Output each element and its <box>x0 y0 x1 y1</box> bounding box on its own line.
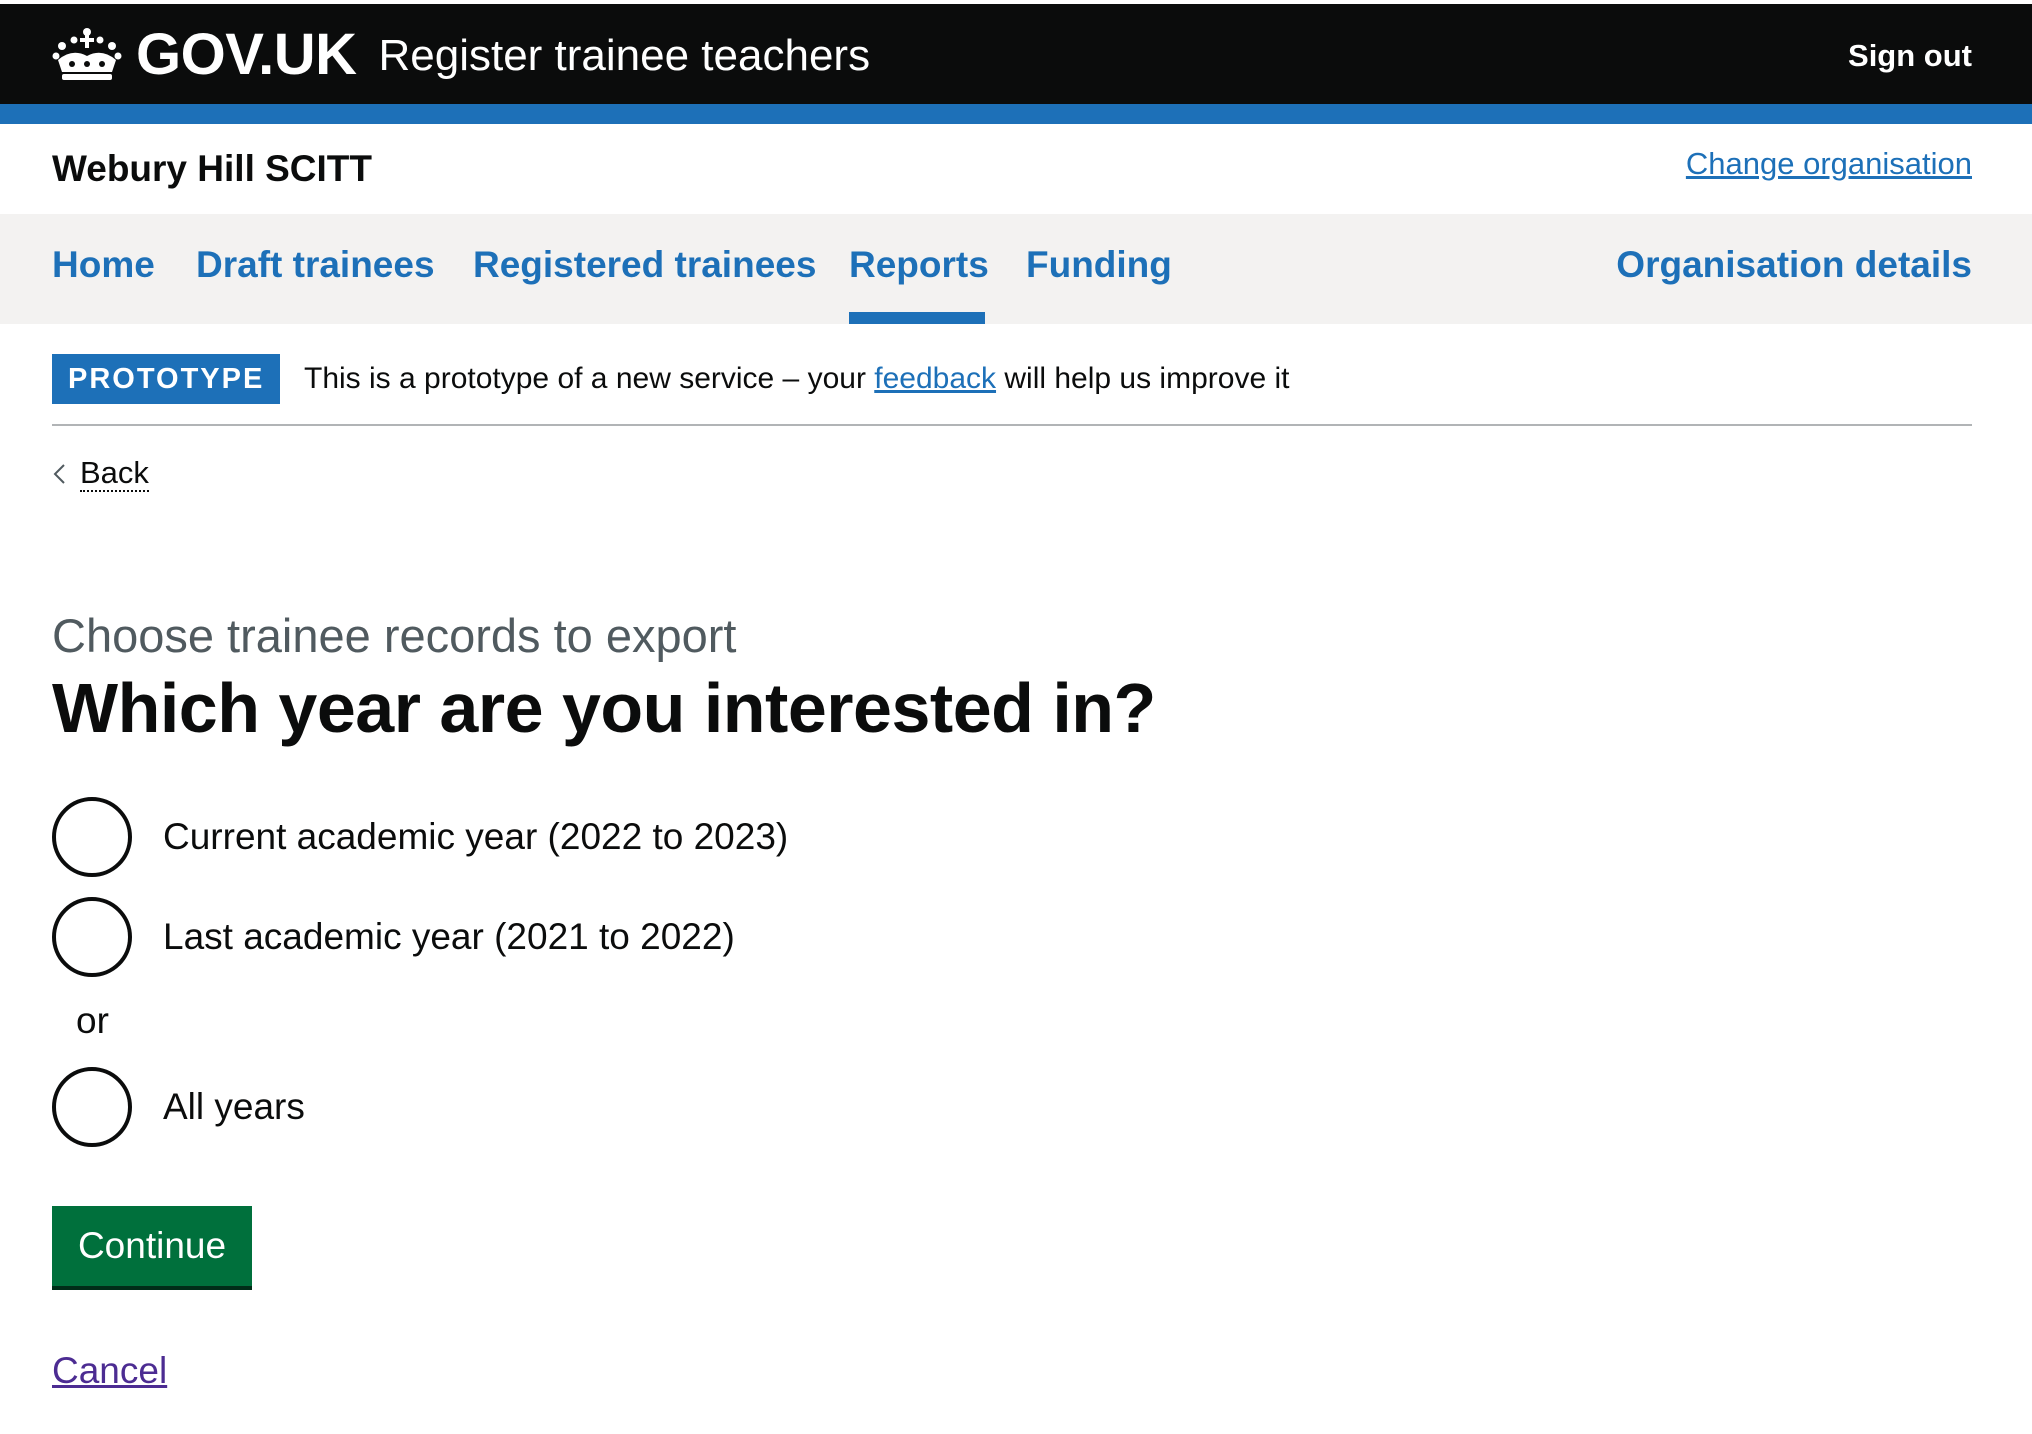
nav-item-registered-trainees[interactable]: Registered trainees <box>473 244 816 286</box>
organisation-bar: Webury Hill SCITT Change organisation <box>0 124 2032 214</box>
radio-button[interactable] <box>52 797 132 877</box>
nav-item-home[interactable]: Home <box>52 244 155 286</box>
radio-label[interactable]: Current academic year (2022 to 2023) <box>163 816 788 858</box>
organisation-name: Webury Hill SCITT <box>52 148 373 189</box>
page-caption: Choose trainee records to export <box>52 609 737 662</box>
service-name[interactable]: Register trainee teachers <box>378 31 870 81</box>
nav-item-funding[interactable]: Funding <box>1026 244 1172 286</box>
back-link-label: Back <box>80 455 149 492</box>
banner-text-after: will help us improve it <box>996 362 1290 395</box>
page-title: Which year are you interested in? <box>52 669 1156 747</box>
radio-all-years[interactable]: All years <box>52 1067 305 1147</box>
site-header: GOV.UK Register trainee teachers Sign ou… <box>0 0 2032 104</box>
radio-label[interactable]: Last academic year (2021 to 2022) <box>163 916 735 958</box>
feedback-link[interactable]: feedback <box>874 362 996 395</box>
active-nav-indicator <box>849 312 985 324</box>
nav-item-reports[interactable]: Reports <box>849 244 989 286</box>
radio-divider: or <box>76 1000 109 1041</box>
cancel-link[interactable]: Cancel <box>52 1350 167 1392</box>
phase-banner-text: This is a prototype of a new service – y… <box>304 362 1289 396</box>
prototype-tag: PROTOTYPE <box>52 354 281 404</box>
nav-item-draft-trainees[interactable]: Draft trainees <box>196 244 435 286</box>
header-container: GOV.UK Register trainee teachers Sign ou… <box>52 4 1972 104</box>
back-link[interactable]: Back <box>52 456 149 492</box>
govuk-logo[interactable]: GOV.UK <box>52 21 357 88</box>
banner-text-before: This is a prototype of a new service – y… <box>304 362 875 395</box>
radio-button[interactable] <box>52 897 132 977</box>
chevron-left-icon <box>53 464 65 484</box>
radio-button[interactable] <box>52 1067 132 1147</box>
radio-label[interactable]: All years <box>163 1086 305 1128</box>
change-organisation-link[interactable]: Change organisation <box>1686 146 1972 182</box>
radio-last-academic-year[interactable]: Last academic year (2021 to 2022) <box>52 897 735 977</box>
primary-navigation: Home Draft trainees Registered trainees … <box>0 214 2032 324</box>
crown-logo-icon <box>52 28 122 80</box>
radio-current-academic-year[interactable]: Current academic year (2022 to 2023) <box>52 797 788 877</box>
phase-banner: PROTOTYPE This is a prototype of a new s… <box>52 354 1972 426</box>
govuk-brand: GOV.UK <box>136 21 357 87</box>
header-blue-bar <box>0 104 2032 124</box>
continue-button[interactable]: Continue <box>52 1206 252 1286</box>
sign-out-link[interactable]: Sign out <box>1848 38 1972 74</box>
nav-item-organisation-details[interactable]: Organisation details <box>1616 244 1972 286</box>
